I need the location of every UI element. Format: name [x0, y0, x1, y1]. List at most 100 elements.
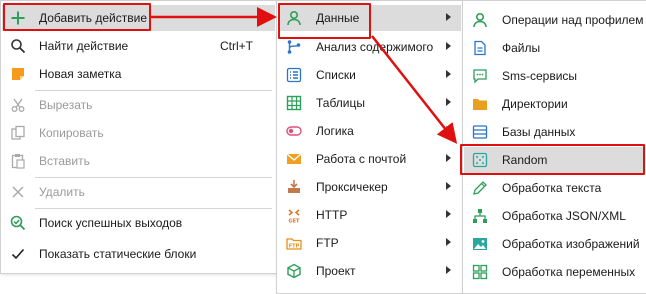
scissors-icon: [10, 97, 26, 113]
menu-item-label: Списки: [316, 68, 356, 82]
menu-item-label: Директории: [502, 97, 568, 111]
http-get-icon: GET: [286, 207, 302, 223]
menu-item-label: Проект: [316, 264, 356, 278]
search-check-icon: [10, 215, 26, 231]
menu-item-label: Обработка изображений: [502, 237, 640, 251]
menu-item-label: Обработка текста: [502, 181, 602, 195]
menu-item-content-analysis[interactable]: Анализ содержимого: [278, 34, 461, 60]
menu-item-label: Random: [502, 153, 548, 167]
menu-item-label: Логика: [316, 124, 354, 138]
folder-icon: [472, 96, 488, 112]
menu-separator: [35, 177, 272, 178]
menu-item-label: Sms-сервисы: [502, 69, 578, 83]
copy-icon: [10, 125, 26, 141]
table-icon: [286, 95, 302, 111]
menu-item-paste[interactable]: Вставить: [2, 148, 275, 174]
menu-item-cut[interactable]: Вырезать: [2, 92, 275, 118]
menu-item-find-action[interactable]: Найти действие Ctrl+T: [2, 33, 275, 59]
svg-text:FTP: FTP: [289, 244, 300, 250]
shortcut-label: Ctrl+T: [220, 39, 253, 53]
tree-icon: [472, 208, 488, 224]
menu-item-directories[interactable]: Директории: [464, 91, 645, 117]
user-icon: [472, 12, 488, 28]
menu-item-files[interactable]: Файлы: [464, 35, 645, 61]
folder-ftp-icon: FTP: [286, 235, 302, 251]
menu-item-sms[interactable]: Sms-сервисы: [464, 63, 645, 89]
submenu-arrow-icon: [446, 42, 451, 50]
submenu-arrow-icon: [446, 210, 451, 218]
search-icon: [10, 38, 26, 54]
menu-item-text[interactable]: Обработка текста: [464, 175, 645, 201]
menu-item-variables[interactable]: Обработка переменных: [464, 259, 645, 285]
menu-item-label: Обработка переменных: [502, 265, 636, 279]
menu-item-label: HTTP: [316, 208, 348, 222]
checkmark-icon: [10, 246, 26, 262]
user-icon: [286, 10, 302, 26]
menu-item-images[interactable]: Обработка изображений: [464, 231, 645, 257]
context-menu-main: Добавить действие Найти действие Ctrl+T …: [0, 0, 277, 274]
menu-separator: [35, 90, 272, 91]
mail-icon: [286, 151, 302, 167]
submenu-data: Операции над профилем Файлы Sms-сервисы …: [462, 0, 646, 294]
menu-item-mail[interactable]: Работа с почтой: [278, 146, 461, 172]
cube-icon: [286, 263, 302, 279]
close-icon: [10, 184, 26, 200]
svg-text:GET: GET: [289, 219, 301, 224]
menu-separator: [35, 208, 272, 209]
submenu-arrow-icon: [260, 13, 265, 21]
menu-item-label: Файлы: [502, 41, 541, 55]
menu-item-http[interactable]: GET HTTP: [278, 202, 461, 228]
menu-item-label: Найти действие: [39, 39, 129, 53]
menu-item-copy[interactable]: Копировать: [2, 120, 275, 146]
toggle-icon: [286, 123, 302, 139]
submenu-arrow-icon: [446, 98, 451, 106]
menu-item-random[interactable]: Random: [464, 147, 645, 173]
menu-item-json-xml[interactable]: Обработка JSON/XML: [464, 203, 645, 229]
menu-item-logic[interactable]: Логика: [278, 118, 461, 144]
dice-icon: [472, 152, 488, 168]
submenu-arrow-icon: [446, 182, 451, 190]
submenu-arrow-icon: [446, 238, 451, 246]
menu-item-data[interactable]: Данные: [278, 5, 461, 31]
note-icon: [10, 66, 26, 82]
menu-item-label: Показать статические блоки: [39, 247, 197, 261]
menu-item-search-success[interactable]: Поиск успешных выходов: [2, 210, 275, 236]
menu-item-databases[interactable]: Базы данных: [464, 119, 645, 145]
menu-item-lists[interactable]: Списки: [278, 62, 461, 88]
menu-item-add-action[interactable]: Добавить действие: [2, 5, 275, 31]
chat-icon: [472, 68, 488, 84]
menu-item-label: Удалить: [39, 185, 85, 199]
menu-item-label: Поиск успешных выходов: [39, 216, 183, 230]
submenu-add-action: Данные Анализ содержимого Списки Таблицы…: [276, 0, 463, 294]
menu-item-delete[interactable]: Удалить: [2, 179, 275, 205]
submenu-arrow-icon: [446, 154, 451, 162]
menu-item-tables[interactable]: Таблицы: [278, 90, 461, 116]
pencil-icon: [472, 180, 488, 196]
grid-icon: [472, 264, 488, 280]
menu-item-label: FTP: [316, 236, 339, 250]
list-icon: [286, 67, 302, 83]
database-icon: [472, 124, 488, 140]
menu-item-project[interactable]: Проект: [278, 258, 461, 284]
menu-item-label: Вставить: [39, 154, 90, 168]
menu-item-show-static[interactable]: Показать статические блоки: [2, 241, 275, 267]
menu-item-label: Вырезать: [39, 98, 93, 112]
menu-item-label: Базы данных: [502, 125, 576, 139]
menu-item-label: Операции над профилем: [502, 13, 644, 27]
proxy-icon: [286, 179, 302, 195]
image-icon: [472, 236, 488, 252]
menu-item-label: Таблицы: [316, 96, 366, 110]
menu-item-profile-ops[interactable]: Операции над профилем: [464, 7, 645, 33]
file-icon: [472, 40, 488, 56]
menu-item-label: Данные: [316, 11, 360, 25]
menu-item-proxy[interactable]: Проксичекер: [278, 174, 461, 200]
paste-icon: [10, 153, 26, 169]
menu-item-label: Проксичекер: [316, 180, 388, 194]
branch-icon: [286, 39, 302, 55]
menu-item-label: Работа с почтой: [316, 152, 407, 166]
menu-item-new-note[interactable]: Новая заметка: [2, 61, 275, 87]
submenu-arrow-icon: [446, 266, 451, 274]
plus-icon: [10, 10, 26, 26]
menu-item-label: Анализ содержимого: [316, 40, 434, 54]
menu-item-ftp[interactable]: FTP FTP: [278, 230, 461, 256]
